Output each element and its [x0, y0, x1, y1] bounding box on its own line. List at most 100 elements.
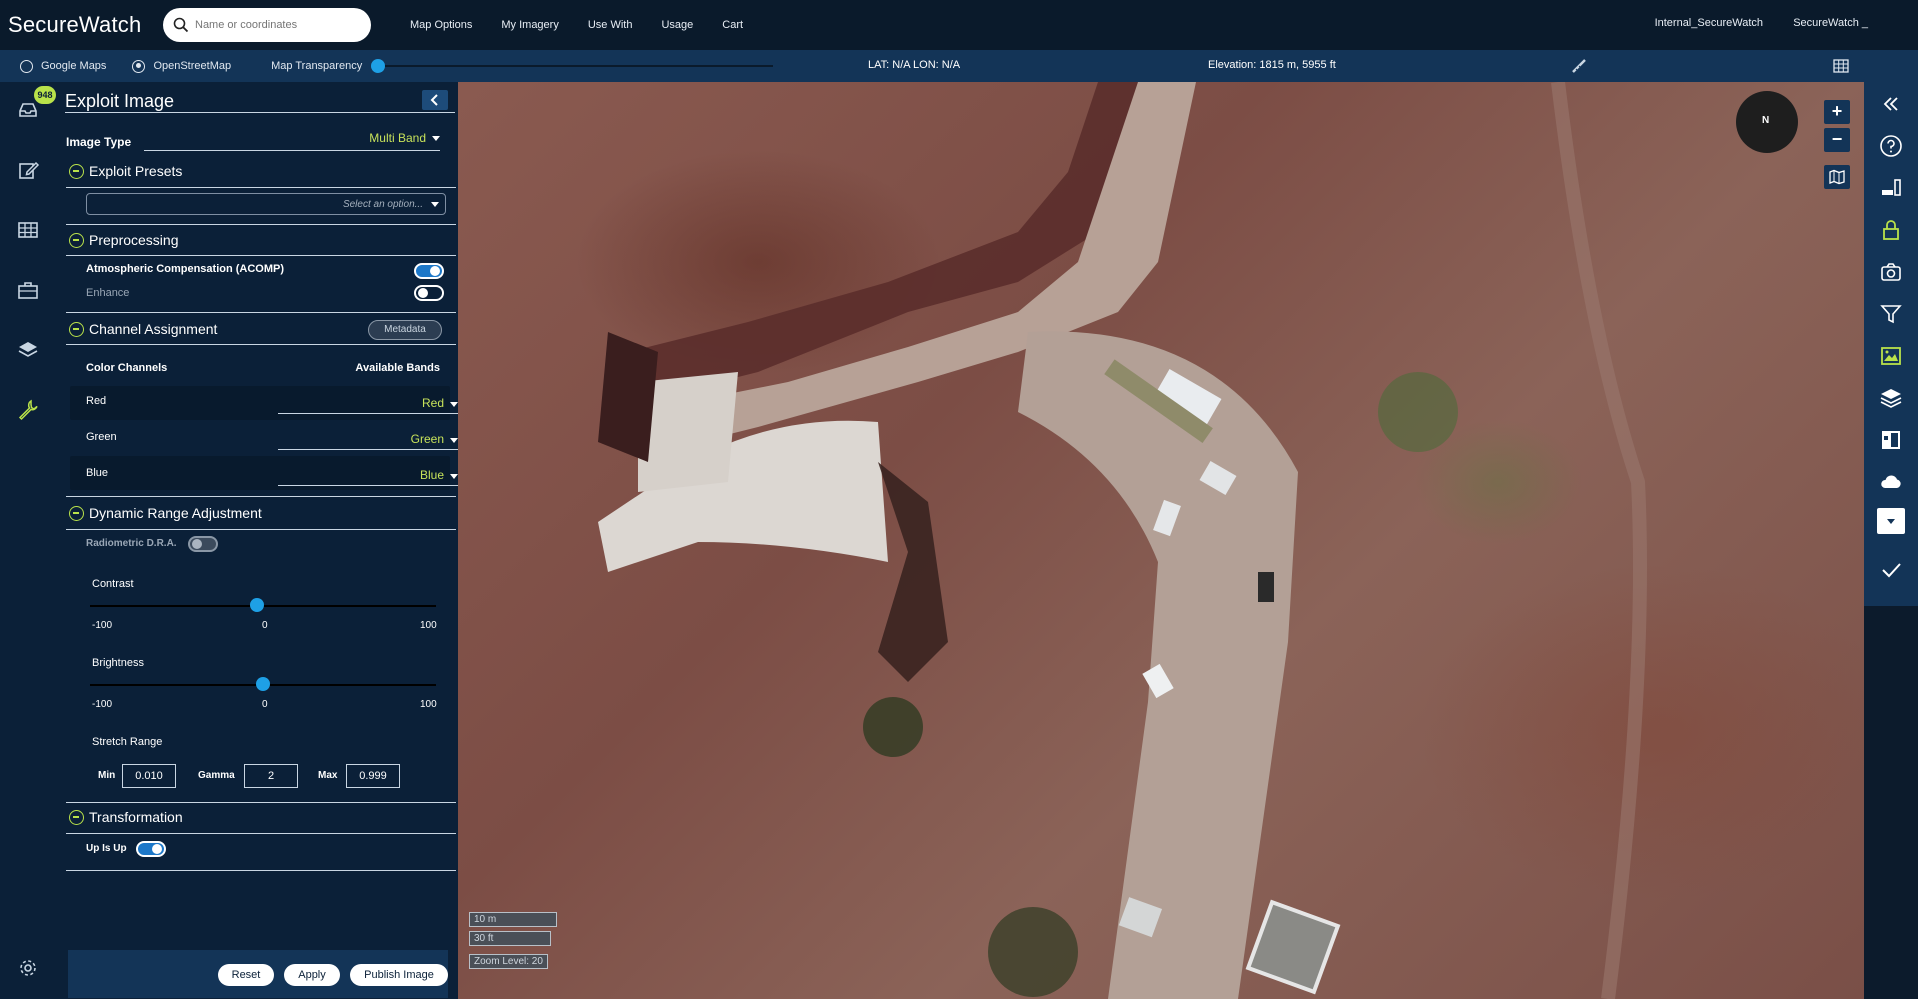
measure-icon[interactable] — [1570, 57, 1588, 75]
exploit-presets-title: Exploit Presets — [89, 163, 183, 179]
main-nav: Map Options My Imagery Use With Usage Ca… — [410, 19, 772, 31]
search-box[interactable] — [163, 8, 371, 42]
section-divider — [66, 496, 456, 497]
contrast-slider-handle[interactable] — [250, 598, 264, 612]
transformation-title: Transformation — [89, 809, 183, 825]
exploit-presets-header[interactable]: Exploit Presets — [69, 163, 182, 179]
collapse-icon — [69, 163, 84, 179]
apply-button[interactable]: Apply — [284, 964, 340, 986]
zoom-in-button[interactable]: + — [1824, 100, 1850, 124]
stretch-max-label: Max — [318, 770, 338, 781]
zoom-level-readout: Zoom Level: 20 — [469, 954, 548, 969]
band-value: Blue — [419, 468, 444, 482]
publish-image-button[interactable]: Publish Image — [350, 964, 448, 986]
chevron-down-icon — [450, 402, 458, 407]
preprocessing-header[interactable]: Preprocessing — [69, 232, 179, 248]
search-input[interactable] — [195, 19, 355, 31]
nav-use-with[interactable]: Use With — [588, 19, 633, 31]
stretch-min-input[interactable]: 0.010 — [122, 764, 176, 788]
google-maps-option[interactable]: Google Maps — [20, 59, 107, 73]
channel-label: Red — [86, 395, 107, 407]
band-value: Red — [421, 396, 444, 410]
lock-icon[interactable] — [1879, 218, 1903, 242]
nav-cart[interactable]: Cart — [722, 19, 743, 31]
more-dropdown-button[interactable] — [1877, 508, 1905, 534]
gamma-label: Gamma — [198, 770, 235, 781]
wrench-icon[interactable] — [16, 398, 40, 422]
color-channels-header: Color Channels — [86, 362, 168, 374]
section-divider — [66, 255, 456, 256]
contrast-min-tick: -100 — [92, 620, 113, 631]
edit-icon[interactable] — [16, 158, 40, 182]
acomp-toggle[interactable] — [414, 263, 444, 279]
channel-assignment-header[interactable]: Channel Assignment — [69, 321, 217, 337]
layers-icon[interactable] — [16, 338, 40, 362]
checkmark-icon[interactable] — [1879, 558, 1903, 582]
layers-stack-icon[interactable] — [1879, 386, 1903, 410]
nav-my-imagery[interactable]: My Imagery — [501, 19, 558, 31]
google-maps-radio[interactable] — [20, 59, 33, 73]
app-logo[interactable]: SecureWatch — [8, 12, 163, 38]
filter-icon[interactable] — [1879, 302, 1903, 326]
contrast-label: Contrast — [92, 578, 134, 590]
collapse-panel-button[interactable] — [422, 90, 448, 110]
compass-button[interactable]: N — [1736, 91, 1798, 153]
ruler-icon[interactable] — [1879, 176, 1903, 200]
channel-label: Green — [86, 431, 117, 443]
osm-radio[interactable] — [132, 59, 146, 73]
transparency-slider-handle[interactable] — [371, 59, 385, 73]
up-is-up-label: Up Is Up — [86, 843, 127, 854]
exploit-presets-select[interactable]: Select an option... — [86, 193, 446, 215]
double-chevron-left-icon[interactable] — [1879, 92, 1903, 116]
band-dropdown-red[interactable]: Red — [278, 394, 458, 414]
nav-map-options[interactable]: Map Options — [410, 19, 472, 31]
chevron-down-icon — [1887, 519, 1895, 524]
google-maps-label: Google Maps — [41, 60, 107, 72]
collapse-icon — [69, 505, 84, 521]
collapse-icon — [69, 232, 84, 248]
presets-placeholder: Select an option... — [342, 199, 423, 210]
nav-usage[interactable]: Usage — [661, 19, 693, 31]
band-dropdown-green[interactable]: Green — [278, 430, 458, 450]
scale-feet: 30 ft — [469, 931, 551, 946]
metadata-button[interactable]: Metadata — [368, 320, 442, 340]
user-menu[interactable]: SecureWatch _ — [1793, 17, 1868, 29]
compare-icon[interactable] — [1879, 428, 1903, 452]
radiometric-dra-label: Radiometric D.R.A. — [86, 538, 177, 549]
contrast-mid-tick: 0 — [262, 620, 268, 631]
band-value: Green — [410, 432, 444, 446]
help-icon[interactable] — [1879, 134, 1903, 158]
reset-button[interactable]: Reset — [218, 964, 274, 986]
settings-gear-icon[interactable] — [16, 956, 40, 980]
basemap-toggle-button[interactable] — [1824, 165, 1850, 189]
band-dropdown-blue[interactable]: Blue — [278, 466, 458, 486]
account-name[interactable]: Internal_SecureWatch — [1655, 17, 1763, 29]
gamma-input[interactable]: 2 — [244, 764, 298, 788]
top-navigation-bar: SecureWatch Map Options My Imagery Use W… — [0, 0, 1918, 50]
radiometric-dra-toggle[interactable] — [188, 536, 218, 552]
image-icon[interactable] — [1879, 344, 1903, 368]
stretch-min-label: Min — [98, 770, 116, 781]
image-type-dropdown[interactable]: Multi Band — [270, 131, 440, 145]
up-is-up-toggle[interactable] — [136, 841, 166, 857]
brightness-slider-handle[interactable] — [256, 677, 270, 691]
enhance-toggle[interactable] — [414, 285, 444, 301]
section-divider — [66, 312, 456, 313]
camera-icon[interactable] — [1879, 260, 1903, 284]
briefcase-icon[interactable] — [16, 278, 40, 302]
grid-icon[interactable] — [1832, 57, 1850, 75]
transparency-slider-track[interactable] — [378, 65, 773, 67]
stretch-max-input[interactable]: 0.999 — [346, 764, 400, 788]
transformation-header[interactable]: Transformation — [69, 809, 183, 825]
acomp-label: Atmospheric Compensation (ACOMP) — [86, 263, 285, 275]
title-divider — [65, 112, 455, 113]
zoom-out-button[interactable]: − — [1824, 128, 1850, 152]
chevron-left-icon — [430, 94, 438, 106]
dra-title: Dynamic Range Adjustment — [89, 505, 262, 521]
satellite-map[interactable] — [458, 82, 1864, 999]
table-icon[interactable] — [16, 218, 40, 242]
cloud-icon[interactable] — [1879, 470, 1903, 494]
osm-option[interactable]: OpenStreetMap — [132, 59, 231, 73]
collapse-icon — [69, 321, 84, 337]
dra-header[interactable]: Dynamic Range Adjustment — [69, 505, 262, 521]
